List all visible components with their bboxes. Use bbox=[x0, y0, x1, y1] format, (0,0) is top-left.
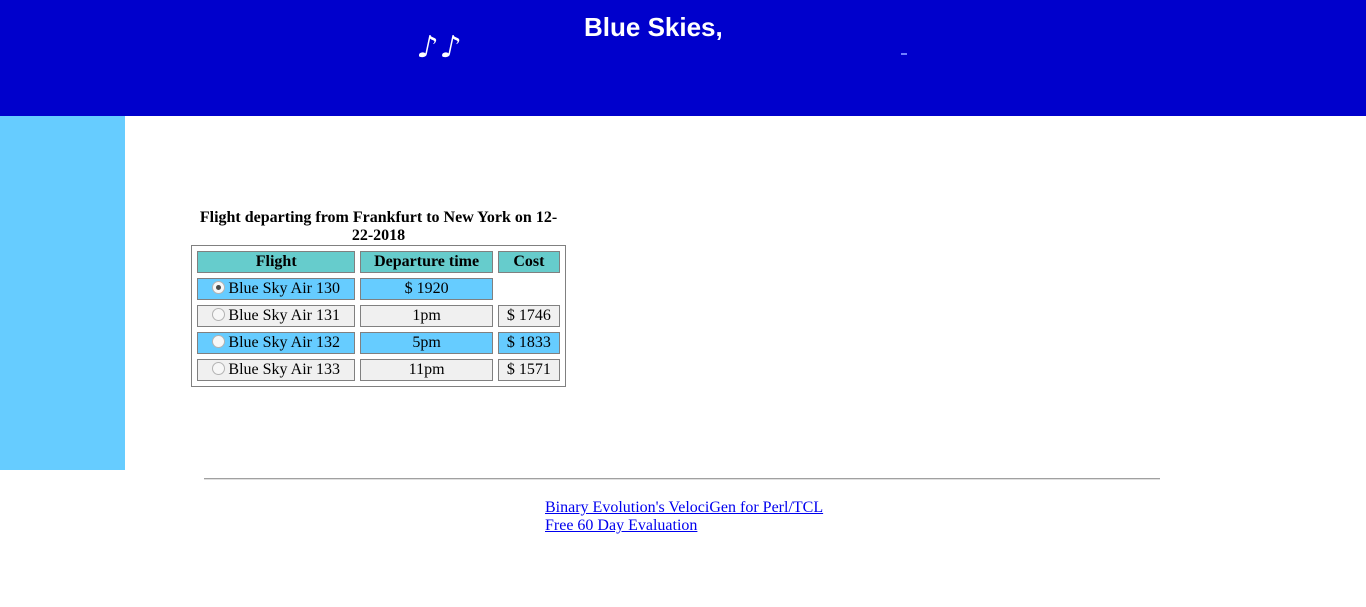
flight-radio[interactable] bbox=[212, 362, 226, 375]
music-notes-icon: ♪♪ bbox=[414, 30, 469, 65]
flight-label: Blue Sky Air 133 bbox=[228, 361, 340, 378]
flight-radio[interactable] bbox=[212, 335, 226, 348]
flight-table: Flight Departure time Cost Blue Sky Air … bbox=[191, 245, 566, 387]
table-caption: Flight departing from Frankfurt to New Y… bbox=[199, 209, 558, 244]
brand-title: Blue Skies, bbox=[584, 12, 723, 42]
flight-cell[interactable]: Blue Sky Air 132 bbox=[197, 332, 356, 354]
flight-label: Blue Sky Air 130 bbox=[228, 280, 340, 297]
departure-cell: $ 1920 bbox=[360, 278, 493, 300]
header-departure-time: Departure time bbox=[360, 251, 493, 273]
cost-cell: $ 1746 bbox=[497, 305, 560, 327]
flight-label: Blue Sky Air 132 bbox=[228, 334, 340, 351]
departure-cell: 1pm bbox=[360, 305, 493, 327]
flight-cell[interactable]: Blue Sky Air 131 bbox=[197, 305, 356, 327]
header-banner: ♪♪ Blue Skies, bbox=[0, 0, 1366, 116]
cost-cell: $ 1833 bbox=[497, 332, 560, 354]
flight-cell[interactable]: Blue Sky Air 133 bbox=[197, 359, 356, 381]
flight-cell[interactable]: Blue Sky Air 130 bbox=[197, 278, 356, 300]
left-sidebar bbox=[0, 116, 125, 470]
table-header-row: Flight Departure time Cost bbox=[197, 251, 560, 273]
footer-divider bbox=[204, 478, 1160, 480]
departure-cell: 11pm bbox=[360, 359, 493, 381]
header-flight: Flight bbox=[197, 251, 356, 273]
table-row: Blue Sky Air 133 11pm $ 1571 bbox=[197, 359, 560, 381]
table-row: Blue Sky Air 130 $ 1920 bbox=[197, 278, 560, 300]
flight-radio[interactable] bbox=[212, 308, 226, 321]
flight-radio[interactable] bbox=[212, 281, 226, 294]
velocigen-link[interactable]: Binary Evolution's VelociGen for Perl/TC… bbox=[545, 499, 823, 517]
table-row: Blue Sky Air 132 5pm $ 1833 bbox=[197, 332, 560, 354]
banner-dot bbox=[901, 53, 907, 55]
cost-cell bbox=[498, 278, 560, 300]
departure-cell: 5pm bbox=[360, 332, 493, 354]
flight-label: Blue Sky Air 131 bbox=[228, 307, 340, 324]
cost-cell: $ 1571 bbox=[497, 359, 560, 381]
footer-links: Binary Evolution's VelociGen for Perl/TC… bbox=[545, 499, 823, 535]
evaluation-link[interactable]: Free 60 Day Evaluation bbox=[545, 517, 823, 535]
header-cost: Cost bbox=[497, 251, 560, 273]
table-row: Blue Sky Air 131 1pm $ 1746 bbox=[197, 305, 560, 327]
